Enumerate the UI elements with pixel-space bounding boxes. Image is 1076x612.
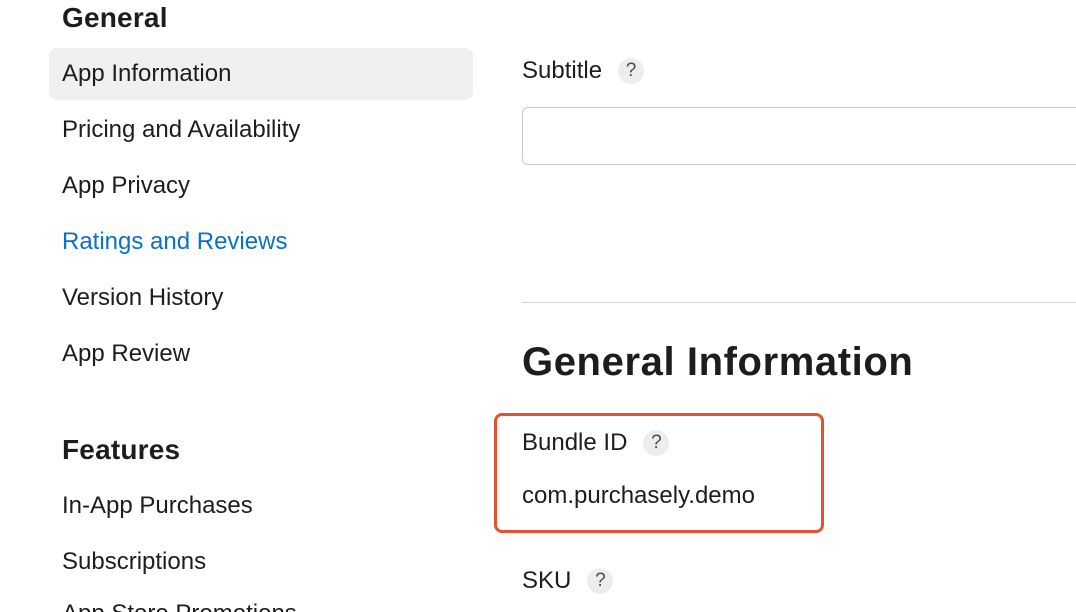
question-circle-icon[interactable]: ?: [587, 568, 614, 594]
question-circle-icon[interactable]: ?: [618, 58, 645, 84]
question-circle-icon[interactable]: ?: [643, 430, 670, 456]
sidebar-section-features-title: Features: [62, 434, 181, 465]
sidebar-item-version-history[interactable]: Version History: [49, 272, 473, 324]
main-content: Subtitle ? General Information Bundle ID…: [494, 0, 1076, 612]
bundle-id-label-text: Bundle ID: [522, 429, 628, 456]
sidebar-item-app-information[interactable]: App Information: [49, 48, 473, 100]
sidebar-item-app-review[interactable]: App Review: [49, 328, 473, 380]
sidebar-item-in-app-purchases[interactable]: In-App Purchases: [49, 480, 473, 532]
subtitle-label-text: Subtitle: [522, 57, 603, 84]
general-information-heading: General Information: [522, 340, 914, 384]
sidebar-item-pricing-and-availability[interactable]: Pricing and Availability: [49, 104, 473, 156]
subtitle-field-label: Subtitle ?: [522, 57, 645, 85]
sku-field-label: SKU ?: [522, 567, 614, 595]
sidebar-item-app-privacy[interactable]: App Privacy: [49, 160, 473, 212]
app-information-page: General App Information Pricing and Avai…: [0, 0, 1076, 612]
bundle-id-field-label: Bundle ID ?: [522, 429, 670, 457]
section-divider: [522, 302, 1076, 303]
bundle-id-value: com.purchasely.demo: [522, 482, 755, 509]
sidebar-section-general-title: General: [62, 2, 168, 33]
sidebar-item-app-store-promotions[interactable]: App Store Promotions: [49, 588, 473, 612]
sidebar: General App Information Pricing and Avai…: [0, 0, 480, 612]
sidebar-item-subscriptions[interactable]: Subscriptions: [49, 536, 473, 588]
subtitle-input[interactable]: [522, 107, 1076, 165]
sidebar-item-ratings-and-reviews[interactable]: Ratings and Reviews: [49, 216, 473, 268]
sku-label-text: SKU: [522, 567, 572, 594]
